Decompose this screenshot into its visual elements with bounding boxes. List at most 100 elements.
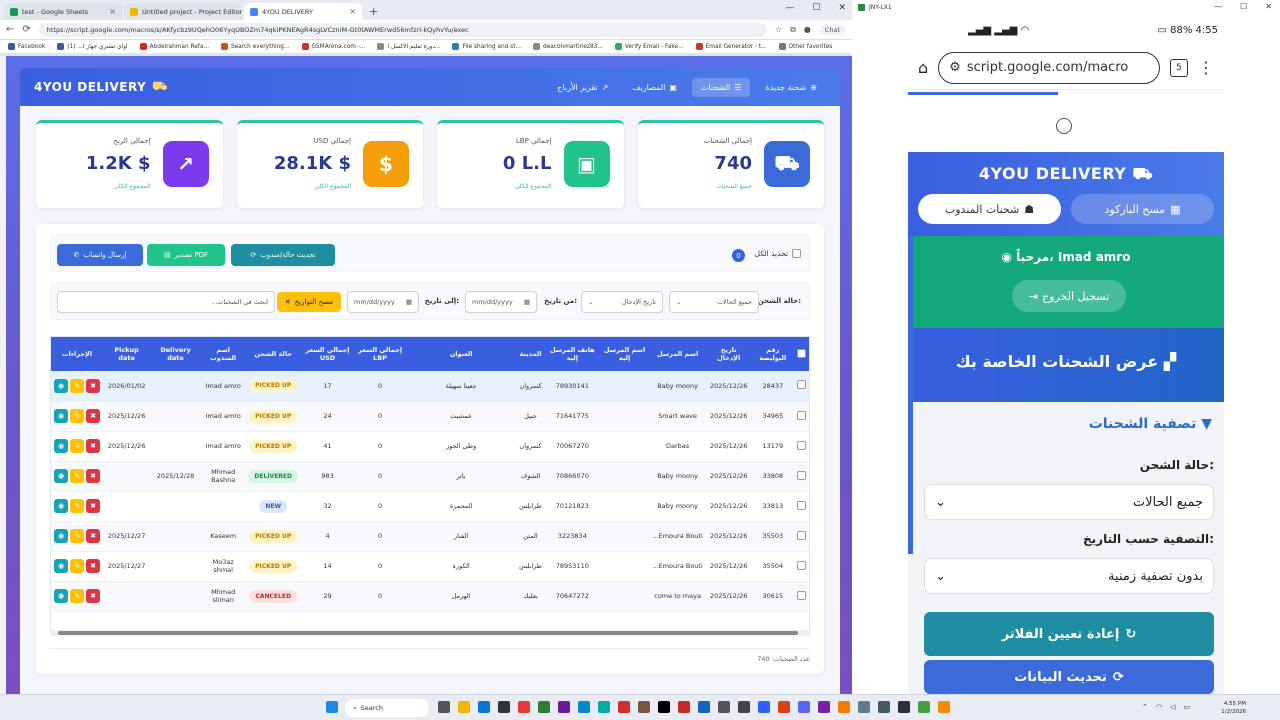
terminal-icon[interactable] — [898, 701, 910, 713]
tab-4you-delivery[interactable]: 4YOU DELIVERY × — [244, 3, 362, 20]
view-icon[interactable]: ◉ — [54, 529, 69, 543]
tab-count-button[interactable]: 5 — [1170, 58, 1188, 77]
edit-icon[interactable]: ✎ — [70, 589, 85, 603]
mobile-url-field[interactable]: ⚙ script.google.com/macro — [938, 51, 1160, 84]
edit-icon[interactable]: ✎ — [70, 409, 85, 423]
row-select[interactable] — [794, 431, 809, 462]
delete-icon[interactable]: ✖ — [86, 589, 101, 603]
minimize-icon[interactable]: — — [785, 3, 794, 13]
nav-new-shipment[interactable]: ⊕ شحنة جديدة — [756, 78, 826, 97]
app-icon[interactable] — [718, 701, 730, 713]
app-icon[interactable] — [778, 701, 790, 713]
app-icon[interactable] — [538, 701, 550, 713]
select-column-header[interactable] — [794, 337, 809, 371]
row-select[interactable] — [794, 401, 809, 432]
edit-icon[interactable]: ✎ — [70, 378, 85, 393]
tab-project-editor[interactable]: Untitled project - Project Editor - A× — [124, 3, 242, 20]
extensions-icon[interactable]: ⧉ — [790, 25, 796, 35]
app-icon[interactable] — [758, 701, 770, 713]
app-icon[interactable] — [638, 701, 650, 713]
row-checkbox[interactable] — [797, 560, 806, 570]
back-icon[interactable]: ← — [6, 24, 14, 35]
view-icon[interactable]: ◉ — [54, 439, 69, 453]
table-row[interactable]: 28437 2025/12/26 Baby moony 78930141 كسروان ج… — [51, 371, 809, 402]
edit-icon[interactable]: ✎ — [70, 499, 85, 513]
select-all-checkbox[interactable] — [792, 249, 801, 258]
row-select[interactable] — [794, 461, 809, 492]
nav-profit-report[interactable]: ↗ تقرير الأرباح — [548, 78, 617, 97]
edit-icon[interactable]: ✎ — [70, 529, 85, 543]
table-row[interactable]: 33813 2025/12/26 Baby moony 70121823 طرابلس ا… — [51, 491, 809, 522]
row-select[interactable] — [794, 371, 809, 402]
view-icon[interactable]: ◉ — [54, 499, 69, 513]
app-icon[interactable] — [738, 701, 750, 713]
battery-icon[interactable]: ▭ — [1183, 703, 1190, 711]
edit-icon[interactable]: ✎ — [70, 559, 85, 573]
more-menu-icon[interactable]: ⋮ — [1198, 58, 1214, 77]
reload-icon[interactable]: ⟳ — [22, 24, 30, 35]
delete-icon[interactable]: ✖ — [86, 378, 101, 393]
wifi-icon[interactable]: ◠ — [1156, 703, 1162, 711]
app-icon[interactable] — [918, 701, 930, 713]
row-select[interactable] — [794, 491, 809, 522]
bookmark-item[interactable]: Facebook — [8, 43, 45, 50]
close-icon[interactable]: × — [109, 7, 116, 16]
view-icon[interactable]: ◉ — [54, 589, 69, 603]
close-window-icon[interactable]: ✕ — [838, 3, 846, 13]
app-icon[interactable] — [938, 701, 950, 713]
bookmark-item[interactable]: Email Generator - t... — [695, 43, 767, 50]
table-row[interactable]: 33808 2025/12/26 Baby moony 70866070 الشوف با… — [51, 461, 809, 492]
row-select[interactable] — [794, 521, 809, 552]
url-field[interactable]: https://script.google.com/macros/s/AKfyc… — [38, 22, 767, 37]
edge-icon[interactable] — [598, 701, 610, 713]
table-row[interactable]: 35503 2025/12/26 Emoura Bouti... 3223834 الم… — [51, 521, 809, 552]
new-tab-button[interactable]: + — [364, 5, 383, 20]
windows-start-icon[interactable] — [326, 701, 338, 713]
settings-icon[interactable] — [858, 701, 870, 713]
maximize-icon[interactable]: ☐ — [812, 3, 820, 13]
view-icon[interactable]: ◉ — [54, 559, 69, 573]
nav-shipments[interactable]: ☰ الشحنات — [691, 77, 751, 97]
row-checkbox[interactable] — [797, 590, 806, 600]
table-row[interactable]: 35504 2025/12/26 Emoura Bouti... 78953110 طر… — [51, 551, 809, 582]
view-icon[interactable]: ◉ — [54, 378, 69, 393]
bookmark-item[interactable]: اواي تشتري جهاز ا... (1) — [57, 43, 128, 50]
edit-icon[interactable]: ✎ — [70, 469, 85, 483]
search-input[interactable]: ابحث في الشحنات... — [57, 291, 275, 313]
task-view-icon[interactable] — [438, 701, 450, 713]
view-icon[interactable]: ◉ — [54, 469, 69, 483]
table-row[interactable]: 13179 2025/12/26 Darbas 70067270 كسروان وطى ا… — [51, 431, 809, 462]
bookmark-item[interactable]: File sharing and st... — [452, 43, 521, 50]
refresh-data-button[interactable]: تحديث البيانات ⟳ — [924, 660, 1214, 694]
tab-sheets[interactable]: test - Google Sheets × — [4, 3, 122, 20]
select-all[interactable]: تحديد الكل — [755, 249, 801, 258]
delete-icon[interactable]: ✖ — [86, 439, 101, 453]
nav-expenses[interactable]: ▣ المصاريف — [623, 78, 686, 97]
edit-icon[interactable]: ✎ — [70, 439, 85, 453]
app-icon[interactable] — [818, 701, 830, 713]
table-row[interactable]: 30615 2025/12/26 come to maya 70647272 بعلبك… — [51, 581, 809, 612]
bookmark-item[interactable]: Abdelrahman Refa... — [139, 43, 209, 50]
bookmark-item[interactable]: GSMArena.com -... — [301, 43, 365, 50]
export-pdf-button[interactable]: ▤ تصدير PDF — [147, 244, 225, 266]
maximize-icon[interactable]: ☐ — [1240, 2, 1247, 11]
bookmark-item[interactable]: Verify Email - Fake... — [614, 43, 684, 50]
delete-icon[interactable]: ✖ — [86, 529, 101, 543]
app-icon[interactable] — [498, 701, 510, 713]
row-select[interactable] — [794, 581, 809, 612]
volume-icon[interactable]: ◁ — [1170, 703, 1175, 711]
taskbar-search[interactable]: ⌕ Search — [345, 699, 429, 717]
clear-dates-button[interactable]: ✕ مسح التواريخ — [276, 292, 341, 312]
close-window-icon[interactable]: ✕ — [1265, 2, 1272, 11]
row-checkbox[interactable] — [797, 500, 806, 510]
app-icon[interactable] — [678, 701, 690, 713]
row-select[interactable] — [794, 551, 809, 582]
table-row[interactable]: 34965 2025/12/26 Smart wave 71641775 جبيل عمش… — [51, 401, 809, 432]
home-icon[interactable]: ⌂ — [918, 58, 928, 77]
system-clock[interactable]: 4:55 PM 1/2/2026 — [1221, 700, 1246, 716]
scan-barcode-button[interactable]: ▦ مسح الباركود — [1071, 194, 1214, 224]
delete-icon[interactable]: ✖ — [86, 409, 101, 423]
bookmark-item[interactable]: deaconmartinez83... — [533, 43, 603, 50]
view-icon[interactable]: ◉ — [54, 409, 69, 423]
file-explorer-icon[interactable] — [458, 701, 470, 713]
